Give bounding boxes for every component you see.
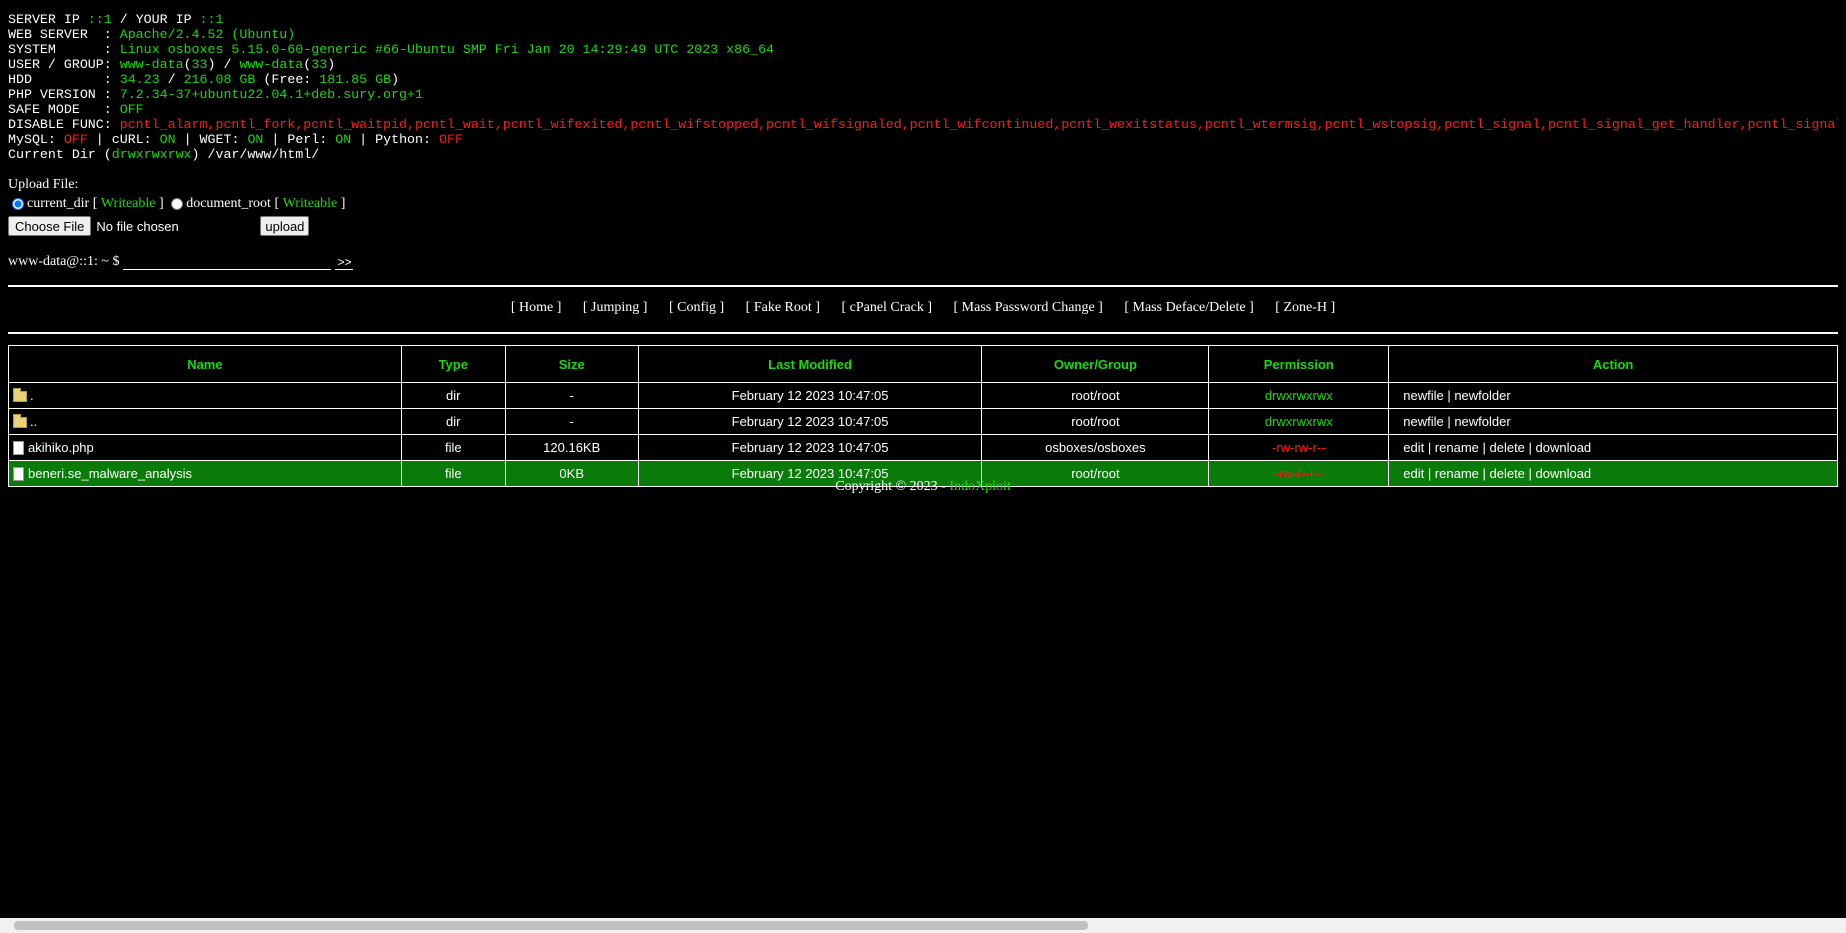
nav-home[interactable]: [ Home ] [511, 300, 562, 315]
scrollbar-thumb[interactable] [14, 921, 1088, 930]
file-type: dir [400, 382, 506, 409]
current-dir-status: Writeable [100, 196, 156, 211]
command-input[interactable] [123, 251, 332, 270]
php-version-line: PHP VERSION : 7.2.34-37+ubuntu22.04.1+de… [8, 87, 423, 102]
footer-copyright: Copyright © 2023 - IndoXploit [835, 479, 1011, 494]
file-modified: February 12 2023 10:47:05 [637, 408, 983, 435]
disable-func-line: DISABLE FUNC: pcntl_alarm,pcntl_fork,pcn… [8, 117, 1838, 132]
file-type: file [400, 434, 506, 461]
command-prompt: www-data@::1: ~ $ [8, 254, 120, 269]
header-permission: Permission [1208, 345, 1390, 383]
header-size: Size [504, 345, 639, 383]
user-group-line: USER / GROUP: www-data(33) / www-data(33… [8, 57, 336, 72]
folder-icon [13, 414, 27, 429]
file-name-cell[interactable]: akihiko.php [8, 434, 402, 461]
footer-brand: IndoXploit [949, 479, 1011, 494]
choose-file-button[interactable]: Choose File [8, 216, 92, 236]
file-actions[interactable]: newfile | newfolder [1388, 408, 1838, 435]
modules-line: MySQL: OFF | cURL: ON | WGET: ON | Perl:… [8, 132, 463, 147]
file-size: 120.16KB [504, 434, 639, 461]
table-row: .. dir - February 12 2023 10:47:05 root/… [8, 408, 1838, 435]
folder-icon [13, 388, 27, 403]
nav-jumping[interactable]: [ Jumping ] [583, 300, 648, 315]
file-permission[interactable]: drwxrwxrwx [1208, 382, 1390, 409]
header-name: Name [8, 345, 402, 383]
file-modified: February 12 2023 10:47:05 [637, 382, 983, 409]
file-size: - [504, 382, 639, 409]
file-actions[interactable]: edit | rename | delete | download [1388, 434, 1838, 461]
table-row: . dir - February 12 2023 10:47:05 root/r… [8, 382, 1838, 409]
nav-fake-root[interactable]: [ Fake Root ] [746, 300, 820, 315]
table-row: akihiko.php file 120.16KB February 12 20… [8, 434, 1838, 461]
nav-mass-password-change[interactable]: [ Mass Password Change ] [954, 300, 1103, 315]
horizontal-scrollbar[interactable] [0, 918, 1846, 933]
command-submit-button[interactable]: >> [335, 254, 354, 270]
server-info-panel: SERVER IP ::1 / YOUR IP ::1 WEB SERVER : … [8, 12, 1838, 162]
upload-form: Upload File: current_dir [ Writeable ] d… [8, 175, 345, 236]
upload-target-options: current_dir [ Writeable ] document_root … [8, 194, 345, 213]
file-table: Name Type Size Last Modified Owner/Group… [8, 345, 1838, 487]
table-header-row: Name Type Size Last Modified Owner/Group… [8, 345, 1838, 383]
file-type: dir [400, 408, 506, 435]
current-dir-line: Current Dir (drwxrwxrwx) /var/www/html/ [8, 147, 320, 162]
file-modified: February 12 2023 10:47:05 [637, 434, 983, 461]
system-line: SYSTEM : Linux osboxes 5.15.0-60-generic… [8, 42, 775, 57]
file-owner: root/root [981, 382, 1210, 409]
document-root-radio[interactable] [171, 197, 184, 210]
header-type: Type [400, 345, 506, 383]
nav-cpanel-crack[interactable]: [ cPanel Crack ] [841, 300, 932, 315]
header-action: Action [1388, 345, 1838, 383]
header-last-modified: Last Modified [637, 345, 983, 383]
nav-config[interactable]: [ Config ] [669, 300, 724, 315]
document-root-label: document_root [186, 196, 271, 211]
safe-mode-line: SAFE MODE : OFF [8, 102, 144, 117]
document-root-status: Writeable [282, 196, 338, 211]
no-file-text: No file chosen [96, 218, 179, 234]
nav-zone-h[interactable]: [ Zone-H ] [1275, 300, 1335, 315]
top-divider [8, 285, 1838, 287]
web-server-line: WEB SERVER : Apache/2.4.52 (Ubuntu) [8, 27, 296, 42]
current-dir-radio[interactable] [12, 197, 24, 210]
upload-file-row: Choose File No file chosen upload [8, 216, 345, 236]
file-owner: root/root [981, 408, 1210, 435]
file-name-cell[interactable]: . [8, 382, 402, 409]
header-owner-group: Owner/Group [981, 345, 1210, 383]
file-permission[interactable]: drwxrwxrwx [1208, 408, 1390, 435]
hdd-line: HDD : 34.23 / 216.08 GB (Free: 181.85 GB… [8, 72, 400, 87]
nav-mass-deface-delete[interactable]: [ Mass Deface/Delete ] [1124, 300, 1253, 315]
file-permission[interactable]: -rw-rw-r-- [1208, 434, 1390, 461]
file-icon [13, 441, 24, 456]
file-actions[interactable]: newfile | newfolder [1388, 382, 1838, 409]
file-owner: osboxes/osboxes [981, 434, 1210, 461]
file-size: - [504, 408, 639, 435]
current-dir-label: current_dir [27, 196, 90, 211]
upload-button[interactable]: upload [260, 216, 310, 236]
upload-title: Upload File: [8, 177, 79, 192]
server-ip-line: SERVER IP ::1 / YOUR IP ::1 [8, 12, 224, 27]
file-name-cell[interactable]: .. [8, 408, 402, 435]
nav-divider [8, 332, 1838, 334]
command-form: www-data@::1: ~ $ >> [8, 251, 354, 270]
nav-menu: [ Home ] [ Jumping ] [ Config ] [ Fake R… [8, 300, 1838, 316]
